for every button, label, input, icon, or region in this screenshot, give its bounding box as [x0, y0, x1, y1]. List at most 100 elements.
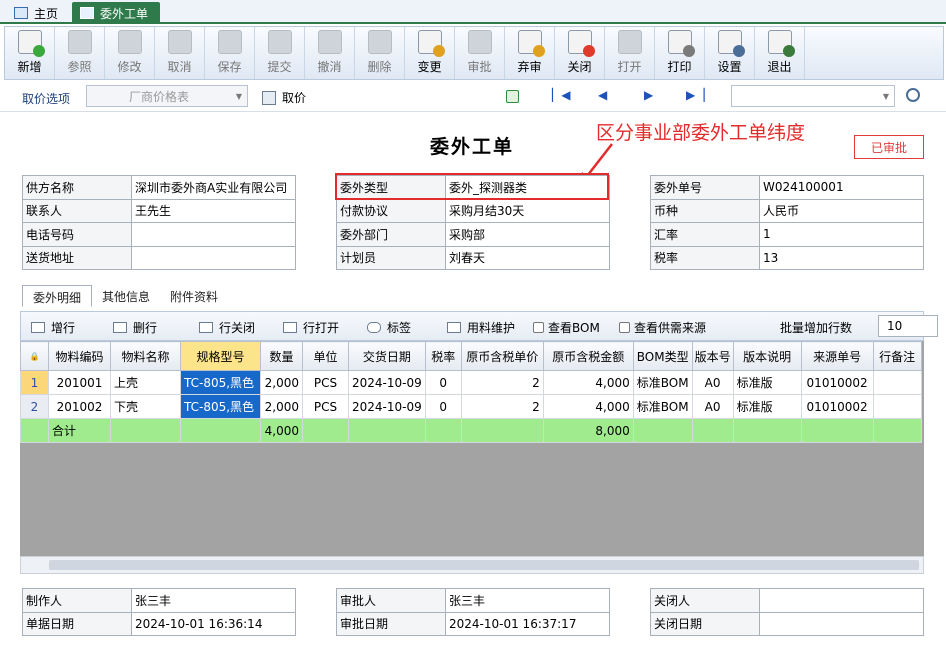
column-header[interactable]: 物料编码 — [48, 341, 111, 371]
field-value[interactable] — [759, 611, 924, 636]
table-cell[interactable]: 下壳 — [110, 394, 181, 419]
field-value[interactable] — [131, 245, 296, 270]
delete-row-button[interactable]: 删行 — [113, 319, 157, 336]
last-record-icon[interactable]: ▶▕ — [686, 88, 704, 102]
view-source-toggle[interactable]: 查看供需来源 — [619, 319, 706, 336]
table-cell[interactable]: TC-805,黑色 — [180, 394, 261, 419]
table-cell[interactable]: 2 — [460, 394, 544, 419]
table-cell[interactable]: 201002 — [48, 394, 111, 419]
table-cell[interactable] — [872, 370, 922, 395]
change-button[interactable]: 变更 — [405, 27, 455, 79]
row-number[interactable]: 1 — [20, 370, 49, 395]
record-search-select[interactable]: ▼ — [731, 85, 895, 107]
table-cell[interactable]: 2,000 — [260, 370, 303, 395]
add-row-button[interactable]: 增行 — [31, 319, 75, 336]
table-cell[interactable]: 标准版 — [732, 370, 802, 395]
table-cell[interactable]: 0 — [424, 394, 462, 419]
open-button[interactable]: 打开 — [605, 27, 655, 79]
submit-button[interactable]: 提交 — [255, 27, 305, 79]
field-value[interactable] — [759, 588, 924, 613]
table-cell[interactable]: 2,000 — [260, 394, 303, 419]
tag-button[interactable]: 标签 — [367, 319, 411, 336]
view-source-checkbox[interactable] — [619, 322, 630, 333]
table-cell[interactable]: 01010002 — [800, 394, 874, 419]
field-value[interactable]: 1 — [759, 222, 924, 247]
table-cell[interactable]: PCS — [302, 394, 349, 419]
row-number[interactable]: 2 — [20, 394, 49, 419]
tab-outsourcing-order[interactable]: 委外工单 — [72, 2, 160, 24]
row-open-button[interactable]: 行打开 — [283, 319, 339, 336]
next-record-icon[interactable]: ▶ — [644, 88, 653, 102]
table-cell[interactable]: 标准版 — [732, 394, 802, 419]
table-cell[interactable]: 0 — [424, 370, 462, 395]
refresh-icon[interactable] — [506, 90, 519, 103]
subtab-2[interactable]: 附件资料 — [160, 285, 228, 307]
column-header[interactable]: 原币含税单价 — [460, 341, 544, 371]
column-header[interactable]: BOM类型 — [632, 341, 693, 371]
revoke-button[interactable]: 撤消 — [305, 27, 355, 79]
table-cell[interactable]: A0 — [691, 394, 734, 419]
table-cell[interactable]: A0 — [691, 370, 734, 395]
table-cell[interactable]: 4,000 — [542, 394, 634, 419]
column-header[interactable]: 版本号 — [691, 341, 734, 371]
prev-record-icon[interactable]: ◀ — [598, 88, 607, 102]
table-cell[interactable]: 2024-10-09 — [348, 370, 426, 395]
field-value[interactable]: 人民币 — [759, 198, 924, 223]
subtab-0[interactable]: 委外明细 — [22, 285, 93, 307]
field-value[interactable]: 2024-10-01 16:36:14 — [131, 611, 296, 636]
scrollbar-thumb[interactable] — [49, 560, 919, 570]
table-cell[interactable]: 01010002 — [800, 370, 874, 395]
grid-horizontal-scrollbar[interactable] — [20, 556, 924, 574]
field-value[interactable] — [131, 222, 296, 247]
table-cell[interactable]: PCS — [302, 370, 349, 395]
edit-button[interactable]: 修改 — [105, 27, 155, 79]
material-maintain-button[interactable]: 用料维护 — [447, 319, 515, 336]
field-value[interactable]: 刘春天 — [445, 245, 610, 270]
table-cell[interactable]: 标准BOM — [632, 370, 693, 395]
table-cell[interactable]: 2024-10-09 — [348, 394, 426, 419]
tab-home[interactable]: 主页 — [6, 2, 66, 24]
add-button[interactable]: 新增 — [5, 27, 55, 79]
field-value[interactable]: 张三丰 — [131, 588, 296, 613]
column-header[interactable]: 行备注 — [872, 341, 922, 371]
fetch-price-button[interactable]: 取价 — [262, 89, 306, 106]
column-header[interactable]: 单位 — [302, 341, 349, 371]
column-header[interactable]: 税率 — [424, 341, 462, 371]
cancel-button[interactable]: 取消 — [155, 27, 205, 79]
column-header[interactable]: 规格型号 — [180, 341, 261, 371]
table-cell[interactable]: 2 — [460, 370, 544, 395]
column-header[interactable]: 交货日期 — [348, 341, 426, 371]
price-source-select[interactable]: 厂商价格表 ▼ — [86, 85, 248, 107]
approve-button[interactable]: 审批 — [455, 27, 505, 79]
print-button[interactable]: 打印 — [655, 27, 705, 79]
exit-button[interactable]: 退出 — [755, 27, 805, 79]
field-value[interactable]: 王先生 — [131, 198, 296, 223]
table-cell[interactable]: 标准BOM — [632, 394, 693, 419]
field-value[interactable]: 采购部 — [445, 222, 610, 247]
table-cell[interactable]: TC-805,黑色 — [180, 370, 261, 395]
row-close-button[interactable]: 行关闭 — [199, 319, 255, 336]
first-record-icon[interactable]: ▏◀ — [552, 88, 570, 102]
settings-button[interactable]: 设置 — [705, 27, 755, 79]
subtab-1[interactable]: 其他信息 — [92, 285, 160, 307]
field-value[interactable]: 2024-10-01 16:37:17 — [445, 611, 610, 636]
table-cell[interactable]: 201001 — [48, 370, 111, 395]
table-cell[interactable]: 4,000 — [542, 370, 634, 395]
view-bom-toggle[interactable]: 查看BOM — [533, 319, 600, 336]
field-value[interactable]: W024100001 — [759, 175, 924, 200]
search-icon[interactable] — [906, 88, 920, 102]
column-header[interactable]: 数量 — [260, 341, 303, 371]
table-row[interactable]: 2 201002 下壳 TC-805,黑色 2,000 PCS 2024-10-09 0 2 4,… — [20, 394, 922, 419]
close-button[interactable]: 关闭 — [555, 27, 605, 79]
delete-button[interactable]: 删除 — [355, 27, 405, 79]
unapprove-button[interactable]: 弃审 — [505, 27, 555, 79]
batch-add-count-input[interactable]: 10 — [878, 315, 938, 337]
column-header[interactable]: 原币含税金额 — [542, 341, 634, 371]
field-value[interactable]: 采购月结30天 — [445, 198, 610, 223]
table-row[interactable]: 1 201001 上壳 TC-805,黑色 2,000 PCS 2024-10-09 0 2 4,… — [20, 370, 922, 395]
field-value[interactable]: 深圳市委外商A实业有限公司 — [131, 175, 296, 200]
column-header[interactable]: 来源单号 — [800, 341, 874, 371]
save-button[interactable]: 保存 — [205, 27, 255, 79]
column-header[interactable]: 物料名称 — [110, 341, 181, 371]
table-cell[interactable] — [872, 394, 922, 419]
